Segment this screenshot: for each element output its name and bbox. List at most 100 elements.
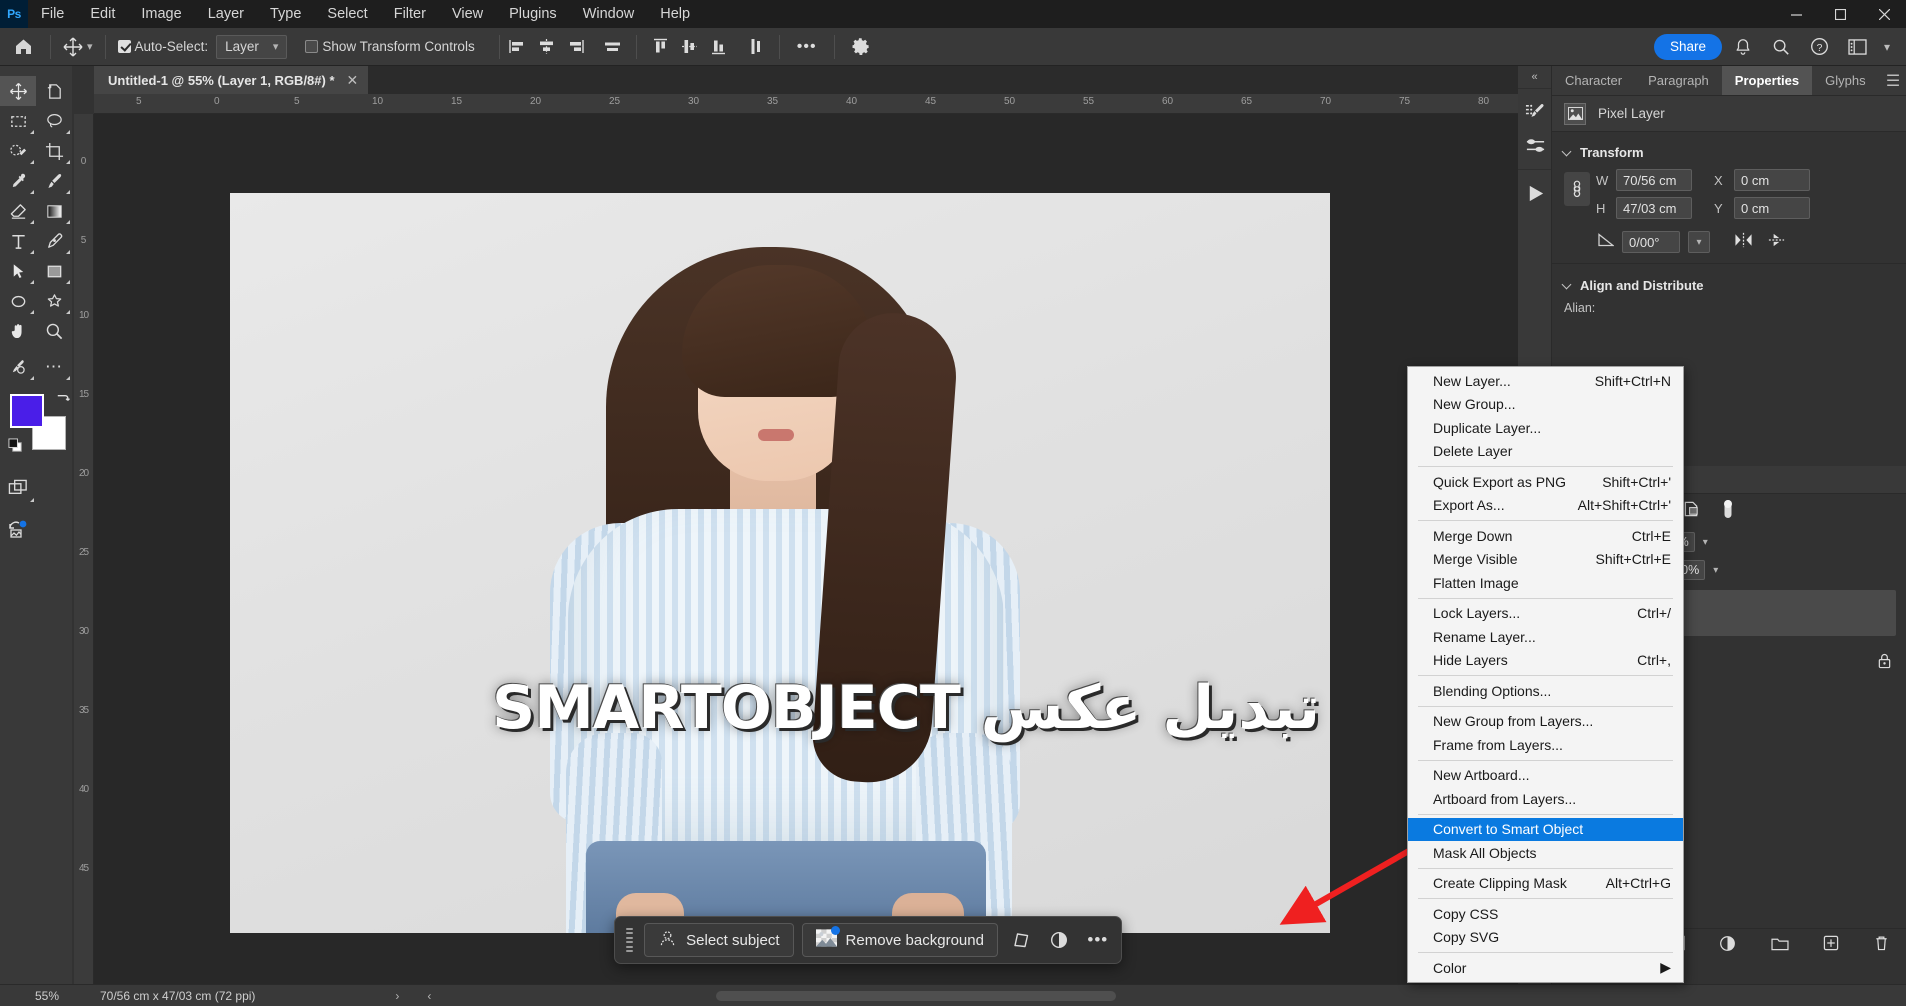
home-button[interactable] <box>0 37 46 56</box>
height-input[interactable]: 47/03 cm <box>1616 197 1692 219</box>
x-input[interactable]: 0 cm <box>1734 169 1810 191</box>
search-icon[interactable] <box>1764 32 1798 62</box>
canvas-area[interactable]: تبدیل عکس SMARTOBJECT Select subject Rem… <box>94 114 1552 984</box>
remove-background-button[interactable]: Remove background <box>801 923 998 957</box>
zoom-level[interactable]: 55% <box>0 989 78 1003</box>
flip-horizontal-icon[interactable] <box>1734 232 1753 253</box>
eraser-tool[interactable] <box>0 196 36 226</box>
type-tool[interactable] <box>0 226 36 256</box>
y-input[interactable]: 0 cm <box>1734 197 1810 219</box>
menu-select[interactable]: Select <box>314 0 380 28</box>
more-options-icon[interactable]: ••• <box>1083 923 1113 957</box>
menu-item-export-as[interactable]: Export As... Alt+Shift+Ctrl+' <box>1408 494 1683 518</box>
more-tools-button[interactable]: ⋯ <box>36 352 72 382</box>
menu-item-frame-from-layers[interactable]: Frame from Layers... <box>1408 733 1683 757</box>
menu-item-new-layer[interactable]: New Layer... Shift+Ctrl+N <box>1408 369 1683 393</box>
menu-item-create-clipping-mask[interactable]: Create Clipping Mask Alt+Ctrl+G <box>1408 872 1683 896</box>
width-input[interactable]: 70/56 cm <box>1616 169 1692 191</box>
collapse-panels-icon[interactable]: « <box>1518 66 1551 88</box>
menu-item-rename-layer[interactable]: Rename Layer... <box>1408 625 1683 649</box>
menu-layer[interactable]: Layer <box>195 0 257 28</box>
menu-item-merge-down[interactable]: Merge Down Ctrl+E <box>1408 524 1683 548</box>
menu-item-hide-layers[interactable]: Hide Layers Ctrl+, <box>1408 649 1683 673</box>
select-subject-button[interactable]: Select subject <box>644 923 794 957</box>
fill-dropdown-icon[interactable]: ▾ <box>1713 565 1718 576</box>
document-tab[interactable]: Untitled-1 @ 55% (Layer 1, RGB/8#) * ✕ <box>94 66 369 94</box>
menu-item-copy-css[interactable]: Copy CSS <box>1408 902 1683 926</box>
object-selection-tool[interactable] <box>0 136 36 166</box>
new-layer-icon[interactable] <box>1823 935 1839 956</box>
link-dimensions-button[interactable] <box>1564 172 1590 206</box>
vertical-ruler[interactable]: 0 5 10 15 20 25 30 35 40 45 <box>74 114 94 984</box>
menu-window[interactable]: Window <box>570 0 648 28</box>
workspace-switcher-icon[interactable] <box>1840 32 1874 62</box>
layer-context-menu[interactable]: New Layer... Shift+Ctrl+N New Group... D… <box>1407 366 1684 983</box>
menu-item-copy-svg[interactable]: Copy SVG <box>1408 926 1683 950</box>
auto-select-scope-dropdown[interactable]: Layer ▾ <box>216 34 288 59</box>
maximize-button[interactable] <box>1818 0 1862 28</box>
menu-item-new-group-from-layers[interactable]: New Group from Layers... <box>1408 710 1683 734</box>
rectangular-marquee-tool[interactable] <box>0 106 36 136</box>
tab-glyphs[interactable]: Glyphs <box>1812 66 1879 95</box>
drag-handle[interactable] <box>623 926 636 954</box>
eyedropper-tool[interactable] <box>0 166 36 196</box>
healing-brush-tool[interactable] <box>0 352 36 382</box>
menu-item-new-group[interactable]: New Group... <box>1408 393 1683 417</box>
horizontal-scrollbar[interactable] <box>716 991 1116 1001</box>
menu-type[interactable]: Type <box>257 0 314 28</box>
adjustment-layer-icon[interactable] <box>1719 935 1736 957</box>
show-transform-group[interactable]: Show Transform Controls <box>297 39 482 54</box>
distribute-horizontally-button[interactable] <box>599 34 626 60</box>
tab-paragraph[interactable]: Paragraph <box>1635 66 1722 95</box>
active-tool-indicator[interactable]: ▾ <box>55 37 101 57</box>
minimize-button[interactable] <box>1774 0 1818 28</box>
help-icon[interactable]: ? <box>1802 32 1836 62</box>
show-transform-checkbox[interactable] <box>305 40 319 53</box>
adjustment-icon[interactable] <box>1044 923 1074 957</box>
share-button[interactable]: Share <box>1653 33 1722 60</box>
close-icon[interactable]: ✕ <box>347 73 359 87</box>
align-bottom-edges-button[interactable] <box>705 34 732 60</box>
tab-properties[interactable]: Properties <box>1721 66 1813 95</box>
tab-character[interactable]: Character <box>1552 66 1636 95</box>
quick-mask-mode-button[interactable] <box>0 474 36 504</box>
menu-item-artboard-from-layers[interactable]: Artboard from Layers... <box>1408 787 1683 811</box>
menu-item-mask-all-objects[interactable]: Mask All Objects <box>1408 841 1683 865</box>
menu-item-blending-options[interactable]: Blending Options... <box>1408 679 1683 703</box>
horizontal-ruler[interactable]: 5 0 5 10 15 20 25 30 35 40 45 50 55 60 6… <box>94 94 1552 114</box>
menu-item-flatten-image[interactable]: Flatten Image <box>1408 571 1683 595</box>
menu-item-duplicate-layer[interactable]: Duplicate Layer... <box>1408 416 1683 440</box>
artboard[interactable]: تبدیل عکس SMARTOBJECT <box>230 193 1330 933</box>
menu-item-delete-layer[interactable]: Delete Layer <box>1408 440 1683 464</box>
panel-menu-icon[interactable]: ☰ <box>1880 66 1906 95</box>
move-tool[interactable] <box>0 76 36 106</box>
brush-tool[interactable] <box>36 166 72 196</box>
align-right-edges-button[interactable] <box>562 34 589 60</box>
menu-item-quick-export-png[interactable]: Quick Export as PNG Shift+Ctrl+' <box>1408 470 1683 494</box>
new-group-icon[interactable] <box>1771 936 1789 956</box>
auto-select-checkbox[interactable] <box>117 40 131 53</box>
align-vertical-centers-button[interactable] <box>676 34 703 60</box>
align-horizontal-centers-button[interactable] <box>533 34 560 60</box>
align-left-edges-button[interactable] <box>504 34 531 60</box>
menu-item-convert-to-smart-object[interactable]: Convert to Smart Object <box>1408 817 1683 841</box>
transform-section-header[interactable]: Transform <box>1552 138 1906 166</box>
align-top-edges-button[interactable] <box>647 34 674 60</box>
swap-colors-icon[interactable] <box>54 390 71 412</box>
actions-play-icon[interactable] <box>1518 176 1552 210</box>
lasso-tool[interactable] <box>36 106 72 136</box>
distribute-vertically-button[interactable] <box>742 34 769 60</box>
brush-settings-icon[interactable] <box>1518 129 1552 163</box>
layer-lock-icon[interactable] <box>1877 653 1892 672</box>
filter-smart-object-icon[interactable] <box>1682 500 1701 523</box>
foreground-color-swatch[interactable] <box>10 394 44 428</box>
flip-vertical-icon[interactable] <box>1767 232 1786 253</box>
artboard-tool[interactable] <box>36 76 72 106</box>
menu-file[interactable]: File <box>28 0 77 28</box>
angle-dropdown-button[interactable]: ▾ <box>1688 231 1710 253</box>
blur-tool[interactable] <box>0 286 36 316</box>
brush-presets-icon[interactable] <box>1518 95 1552 129</box>
delete-layer-icon[interactable] <box>1874 935 1889 956</box>
auto-select-group[interactable]: Auto-Select: <box>110 39 217 54</box>
path-selection-tool[interactable] <box>0 256 36 286</box>
